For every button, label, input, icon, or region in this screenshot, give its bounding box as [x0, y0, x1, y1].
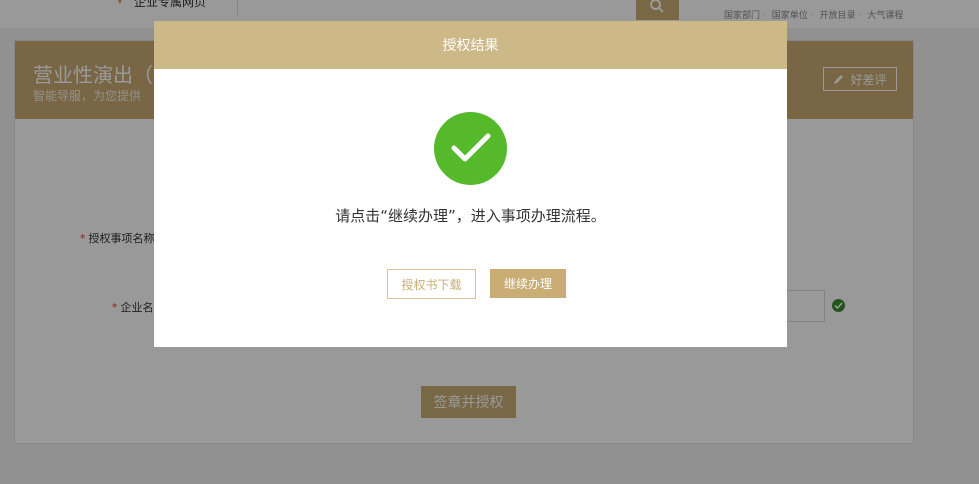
authorization-result-modal: 授权结果 请点击“继续办理”，进入事项办理流程。 授权书下载 继续办理: [154, 21, 787, 347]
success-check-icon: [434, 112, 507, 185]
modal-title: 授权结果: [154, 21, 787, 69]
continue-button[interactable]: 继续办理: [490, 269, 566, 298]
download-authorization-button[interactable]: 授权书下载: [387, 269, 476, 299]
modal-message: 请点击“继续办理”，进入事项办理流程。: [335, 207, 606, 225]
